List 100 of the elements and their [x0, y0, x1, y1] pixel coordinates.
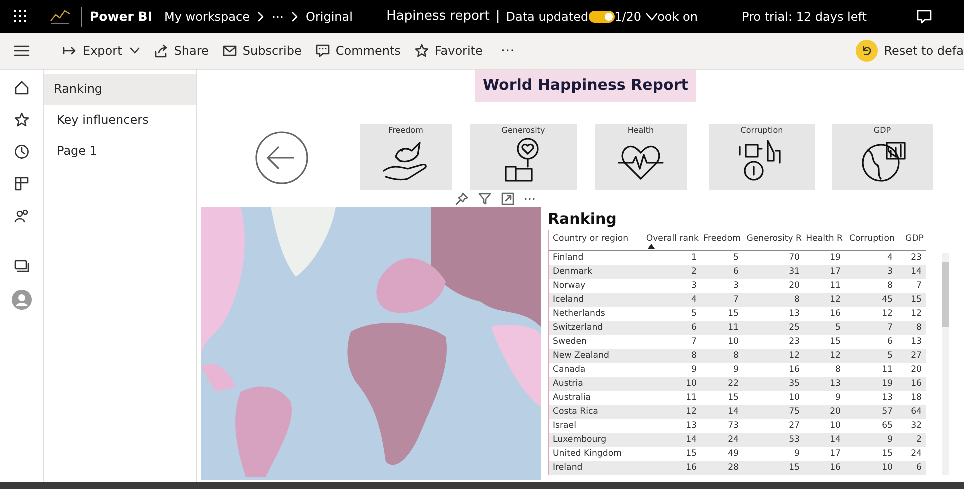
- table-cell-text: 24: [910, 448, 923, 461]
- table-cell: 7: [845, 321, 897, 335]
- app-name[interactable]: Power BI: [90, 9, 152, 24]
- workspaces-icon[interactable]: [14, 258, 30, 274]
- tile-label: GDP: [874, 126, 892, 135]
- table-cell-text: 18: [910, 392, 923, 405]
- table-cell-text: 1: [690, 252, 698, 265]
- page-tab[interactable]: Page 1: [44, 136, 196, 167]
- table-cell: 6: [645, 321, 701, 335]
- table-cell-text: 11: [881, 364, 894, 377]
- table-cell: 14: [645, 433, 701, 447]
- favorite-button[interactable]: Favorite: [410, 40, 488, 62]
- apps-icon[interactable]: [14, 176, 30, 192]
- category-tile[interactable]: Health: [595, 124, 687, 190]
- table-cell: 13: [804, 377, 845, 391]
- chat-icon[interactable]: [917, 10, 932, 24]
- subscribe-icon: [222, 44, 237, 58]
- page-tab[interactable]: Key influencers: [44, 105, 196, 136]
- table-cell: 12: [804, 293, 845, 307]
- clock-icon[interactable]: [14, 144, 30, 160]
- category-tile[interactable]: Generosity: [470, 124, 577, 190]
- table-cell-text: 3: [690, 280, 698, 293]
- star-icon[interactable]: [14, 112, 30, 128]
- reset-button[interactable]: Reset to defa: [851, 36, 964, 66]
- breadcrumb-link[interactable]: Original: [306, 10, 353, 24]
- table-cell: 19: [845, 377, 897, 391]
- column-header[interactable]: GDP: [897, 230, 926, 251]
- breadcrumb-link[interactable]: My workspace: [164, 10, 250, 24]
- breadcrumb-link[interactable]: ⋯: [272, 10, 284, 24]
- table-cell: 15: [743, 461, 804, 475]
- pin-icon[interactable]: [455, 192, 469, 206]
- page-tab[interactable]: Ranking: [44, 74, 196, 105]
- table-cell-text: 10: [727, 336, 740, 349]
- table-cell: 5: [845, 349, 897, 363]
- column-header[interactable]: Corruption: [845, 230, 897, 251]
- table-cell-text: 12: [910, 308, 923, 321]
- table-cell-text: Netherlands: [552, 308, 606, 321]
- avatar-icon[interactable]: [12, 290, 32, 310]
- export-button[interactable]: Export: [58, 40, 146, 62]
- table-cell: 15: [897, 293, 926, 307]
- report-title-banner: World Happiness Report: [475, 70, 696, 102]
- column-header[interactable]: Freedom: [701, 230, 743, 251]
- app-launcher-icon[interactable]: [14, 10, 27, 23]
- comments-button[interactable]: Comments: [310, 40, 406, 62]
- subscribe-button[interactable]: Subscribe: [218, 40, 307, 62]
- table-cell-text: 73: [727, 420, 740, 433]
- table-cell-text: 5: [732, 252, 740, 265]
- more-options-button[interactable]: ⋯: [524, 192, 536, 206]
- table-cell-text: 9: [690, 364, 698, 377]
- table-cell-text: Sweden: [552, 336, 588, 349]
- share-icon: [154, 44, 168, 58]
- chevron-down-icon: [130, 47, 140, 55]
- column-header[interactable]: Country or region: [549, 230, 645, 251]
- table-cell: 6: [897, 461, 926, 475]
- category-tile[interactable]: Corruption: [709, 124, 815, 190]
- tile-label: Freedom: [388, 126, 424, 135]
- table-cell: 4: [645, 293, 701, 307]
- menu-icon[interactable]: [14, 45, 30, 57]
- table-cell: 7: [701, 293, 743, 307]
- table-cell-text: 7: [916, 280, 923, 293]
- table-cell: 35: [743, 377, 804, 391]
- share-button[interactable]: Share: [149, 40, 214, 62]
- table-cell: 12: [804, 349, 845, 363]
- table-cell-text: 9: [794, 448, 801, 461]
- table-cell: New Zealand: [549, 349, 645, 363]
- table-cell-text: 70: [788, 252, 801, 265]
- table-cell: 64: [897, 405, 926, 419]
- view-dropdown[interactable]: ook on: [658, 10, 698, 24]
- filter-icon[interactable]: [478, 192, 492, 206]
- table-cell-text: 6: [886, 336, 894, 349]
- table-cell-text: 20: [910, 364, 923, 377]
- table-cell-text: Australia: [552, 392, 592, 405]
- more-options-button[interactable]: ⋯: [496, 39, 520, 63]
- chevron-down-icon[interactable]: [646, 12, 658, 22]
- table-cell: 8: [645, 349, 701, 363]
- category-tile[interactable]: GDP: [832, 124, 933, 190]
- table-cell-text: 15: [881, 448, 894, 461]
- scrollbar-thumb[interactable]: [942, 262, 949, 327]
- comments-icon: [316, 44, 330, 58]
- focus-mode-icon[interactable]: [501, 192, 515, 206]
- table-cell: 16: [645, 461, 701, 475]
- table-cell-text: 3: [732, 280, 740, 293]
- toggle-switch[interactable]: [588, 10, 615, 22]
- column-header[interactable]: Health R: [804, 230, 845, 251]
- table-cell: 16: [804, 461, 845, 475]
- back-arrow-button[interactable]: [255, 131, 309, 185]
- scrollbar[interactable]: [942, 253, 949, 475]
- table-cell: 53: [743, 433, 804, 447]
- table-cell: 20: [804, 405, 845, 419]
- table-cell: 8: [701, 349, 743, 363]
- category-tile[interactable]: Freedom: [360, 124, 452, 190]
- column-header[interactable]: Overall rank: [645, 230, 701, 251]
- home-icon[interactable]: [14, 80, 30, 96]
- table-cell-text: 9: [732, 364, 740, 377]
- table-cell: 10: [645, 377, 701, 391]
- column-header[interactable]: Generosity R: [743, 230, 804, 251]
- table-cell-text: 13: [788, 308, 801, 321]
- people-icon[interactable]: [14, 208, 30, 224]
- table-cell: Costa Rica: [549, 405, 645, 419]
- sort-ascending-icon: [648, 244, 655, 249]
